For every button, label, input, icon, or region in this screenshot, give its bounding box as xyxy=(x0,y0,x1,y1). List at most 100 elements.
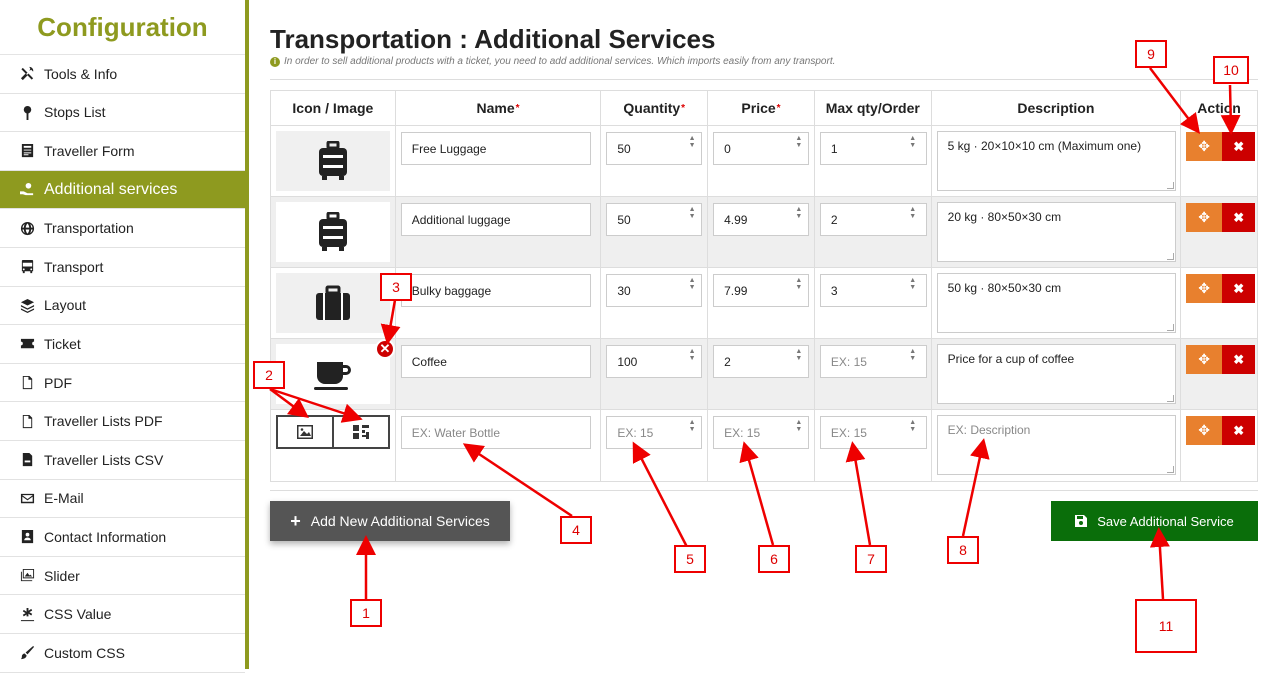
description-textarea[interactable]: 5 kg · 20×10×10 cm (Maximum one) xyxy=(936,131,1176,191)
save-service-label: Save Additional Service xyxy=(1097,513,1234,529)
spinner-icon[interactable]: ▲ ▼ xyxy=(906,276,920,292)
sidebar-item-layout[interactable]: Layout xyxy=(0,287,245,326)
header-name: Name * xyxy=(396,91,602,125)
sidebar-item-slider[interactable]: Slider xyxy=(0,557,245,596)
suitcase-icon[interactable] xyxy=(276,273,390,333)
globe-icon xyxy=(18,220,36,236)
spinner-icon[interactable]: ▲ ▼ xyxy=(792,347,806,363)
annotation-label: 7 xyxy=(855,545,887,573)
image-upload-icon[interactable] xyxy=(278,417,334,447)
page-note-text: In order to sell additional products wit… xyxy=(284,56,836,67)
annotation-label: 11 xyxy=(1135,599,1197,653)
sidebar-item-traveller-lists-pdf[interactable]: Traveller Lists PDF xyxy=(0,402,245,441)
sidebar-item-additional-services[interactable]: Additional services xyxy=(0,170,245,210)
spinner-icon[interactable]: ▲ ▼ xyxy=(906,134,920,150)
bus-icon xyxy=(18,259,36,275)
move-row-button[interactable]: ✥ xyxy=(1186,345,1223,374)
delete-row-button[interactable]: ✖ xyxy=(1222,203,1256,232)
header-description: Description xyxy=(932,91,1182,125)
sidebar-item-ticket[interactable]: Ticket xyxy=(0,325,245,364)
spinner-icon[interactable]: ▲ ▼ xyxy=(906,205,920,221)
spinner-icon[interactable]: ▲ ▼ xyxy=(685,134,699,150)
annotation-label: 5 xyxy=(674,545,706,573)
save-service-button[interactable]: Save Additional Service xyxy=(1051,501,1258,541)
sidebar-item-tools-info[interactable]: Tools & Info xyxy=(0,55,245,94)
sidebar-item-custom-css[interactable]: Custom CSS xyxy=(0,634,245,673)
form-icon xyxy=(18,143,36,159)
sidebar-item-label: Layout xyxy=(44,297,87,314)
luggage-icon[interactable] xyxy=(276,131,390,191)
spinner-icon[interactable]: ▲ ▼ xyxy=(792,134,806,150)
spinner-icon[interactable]: ▲ ▼ xyxy=(792,276,806,292)
description-textarea[interactable]: 20 kg · 80×50×30 cm xyxy=(936,202,1176,262)
sidebar-item-stops-list[interactable]: Stops List xyxy=(0,94,245,133)
annotation-label: 8 xyxy=(947,536,979,564)
spinner-icon[interactable]: ▲ ▼ xyxy=(906,347,920,363)
sidebar-item-traveller-form[interactable]: Traveller Form xyxy=(0,132,245,171)
sidebar-item-label: CSS Value xyxy=(44,606,112,623)
add-service-button[interactable]: + Add New Additional Services xyxy=(270,501,510,541)
name-input[interactable]: EX: Water Bottle xyxy=(400,416,591,449)
sidebar-item-transport[interactable]: Transport xyxy=(0,248,245,287)
header-action: Action xyxy=(1197,100,1241,116)
sidebar-item-transportation[interactable]: Transportation xyxy=(0,209,245,248)
description-textarea[interactable]: 50 kg · 80×50×30 cm xyxy=(936,273,1176,333)
delete-row-button[interactable]: ✖ xyxy=(1222,345,1256,374)
page-note: i In order to sell additional products w… xyxy=(270,56,835,67)
image-picker xyxy=(276,415,390,449)
header-icon: Icon / Image xyxy=(271,91,396,125)
wrench-icon xyxy=(18,66,36,82)
icon-select-icon[interactable] xyxy=(334,417,388,447)
sidebar-title: Configuration xyxy=(0,0,245,55)
sidebar-item-label: Transportation xyxy=(44,220,134,237)
move-row-button[interactable]: ✥ xyxy=(1186,203,1223,232)
spinner-icon[interactable]: ▲ ▼ xyxy=(685,418,699,434)
move-row-button[interactable]: ✥ xyxy=(1186,132,1223,161)
move-row-button[interactable]: ✥ xyxy=(1186,274,1223,303)
delete-row-button[interactable]: ✖ xyxy=(1222,416,1256,445)
spinner-icon[interactable]: ▲ ▼ xyxy=(685,205,699,221)
spinner-icon[interactable]: ▲ ▼ xyxy=(792,418,806,434)
divider xyxy=(270,79,1258,80)
css-icon xyxy=(18,606,36,622)
luggage-icon[interactable] xyxy=(276,202,390,262)
sidebar-item-label: Tools & Info xyxy=(44,65,118,82)
name-input[interactable]: Free Luggage xyxy=(400,132,591,165)
annotation-label: 6 xyxy=(758,545,790,573)
sidebar-item-css-value[interactable]: CSS Value xyxy=(0,595,245,634)
spinner-icon[interactable]: ▲ ▼ xyxy=(685,276,699,292)
spinner-icon[interactable]: ▲ ▼ xyxy=(685,347,699,363)
header-price: Price * xyxy=(708,91,815,125)
spinner-icon[interactable]: ▲ ▼ xyxy=(906,418,920,434)
delete-row-button[interactable]: ✖ xyxy=(1222,274,1256,303)
pin-icon xyxy=(18,104,36,120)
envelope-icon xyxy=(18,490,36,506)
coffee-cup-icon[interactable] xyxy=(276,344,390,404)
sidebar-item-label: E-Mail xyxy=(44,490,84,507)
spinner-icon[interactable]: ▲ ▼ xyxy=(792,205,806,221)
description-textarea[interactable]: EX: Description xyxy=(936,415,1176,475)
header-max-qty: Max qty/Order xyxy=(815,91,932,125)
layers-icon xyxy=(18,297,36,313)
remove-image-icon[interactable]: ✕ xyxy=(375,339,395,359)
sidebar-item-label: Ticket xyxy=(44,335,81,352)
sidebar-item-label: Stops List xyxy=(44,104,106,121)
table-row: Free Luggage 50 ▲ ▼ 0 ▲ ▼ 1 ▲ ▼ 5 kg · 20×10×1… xyxy=(271,126,1257,197)
sidebar-item-label: Slider xyxy=(44,567,80,584)
sidebar-item-label: Transport xyxy=(44,258,104,275)
name-input[interactable]: Bulky baggage xyxy=(400,274,591,307)
delete-row-button[interactable]: ✖ xyxy=(1222,132,1256,161)
sidebar-item-label: Traveller Lists PDF xyxy=(44,413,163,430)
sidebar-item-traveller-lists-csv[interactable]: Traveller Lists CSV xyxy=(0,441,245,480)
annotation-label: 1 xyxy=(350,599,382,627)
sidebar-item-label: PDF xyxy=(44,374,72,391)
description-textarea[interactable]: Price for a cup of coffee xyxy=(936,344,1176,404)
sidebar-item-email[interactable]: E-Mail xyxy=(0,480,245,519)
sidebar-divider xyxy=(245,0,249,669)
hand-coin-icon xyxy=(18,182,36,198)
move-row-button[interactable]: ✥ xyxy=(1186,416,1223,445)
sidebar-item-pdf[interactable]: PDF xyxy=(0,364,245,403)
name-input[interactable]: Coffee xyxy=(400,345,591,378)
name-input[interactable]: Additional luggage xyxy=(400,203,591,236)
sidebar-item-contact-information[interactable]: Contact Information xyxy=(0,518,245,557)
